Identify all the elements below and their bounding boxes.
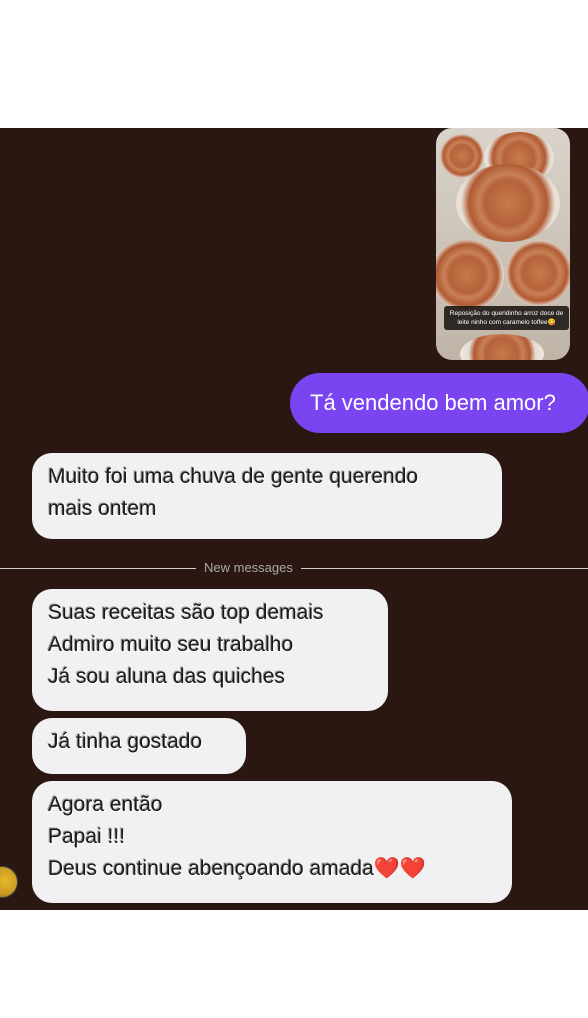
- sender-avatar[interactable]: [0, 866, 18, 898]
- heart-emoji: ❤️❤️: [373, 857, 427, 880]
- story-caption: Reposição do queridinho arroz doce de le…: [444, 306, 569, 330]
- chat-thread: Reposição do queridinho arroz doce de le…: [0, 128, 588, 910]
- message-line: Papai !!!: [48, 825, 126, 848]
- outgoing-message[interactable]: Tá vendendo bem amor?: [290, 373, 588, 433]
- message-line: mais ontem: [48, 497, 157, 520]
- new-messages-label: New messages: [196, 559, 301, 577]
- dessert-cup-image: [460, 334, 544, 360]
- incoming-message[interactable]: Muito foi uma chuva de gente querendo ma…: [32, 453, 502, 539]
- dessert-cup-image: [456, 164, 560, 242]
- incoming-message[interactable]: Já tinha gostado: [32, 718, 246, 774]
- message-text: Tá vendendo bem amor?: [310, 390, 556, 415]
- message-line: Agora então: [48, 793, 163, 816]
- message-line: Muito foi uma chuva de gente querendo: [48, 465, 419, 488]
- story-reply-thumbnail[interactable]: Reposição do queridinho arroz doce de le…: [436, 128, 570, 360]
- message-line: Suas receitas são top demais: [48, 601, 324, 624]
- message-line: Já sou aluna das quiches: [48, 665, 285, 688]
- dessert-cup-image: [436, 240, 504, 310]
- message-line: Admiro muito seu trabalho: [48, 633, 294, 656]
- message-line: Já tinha gostado: [48, 730, 203, 753]
- incoming-message[interactable]: Suas receitas são top demais Admiro muit…: [32, 589, 388, 711]
- dessert-cup-image: [506, 240, 570, 306]
- incoming-message[interactable]: Agora então Papai !!! Deus continue aben…: [32, 781, 512, 903]
- message-line: Deus continue abençoando amada: [48, 857, 374, 880]
